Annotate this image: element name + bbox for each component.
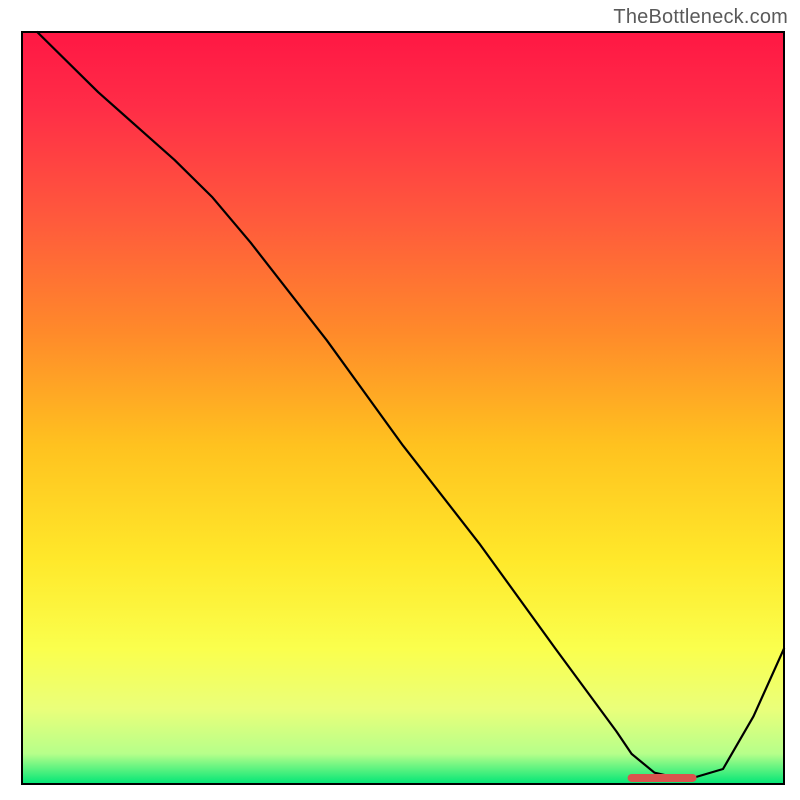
chart-container: TheBottleneck.com [0,0,800,800]
gradient-background [22,32,784,784]
watermark-text: TheBottleneck.com [613,6,788,29]
bottleneck-chart [0,0,800,800]
